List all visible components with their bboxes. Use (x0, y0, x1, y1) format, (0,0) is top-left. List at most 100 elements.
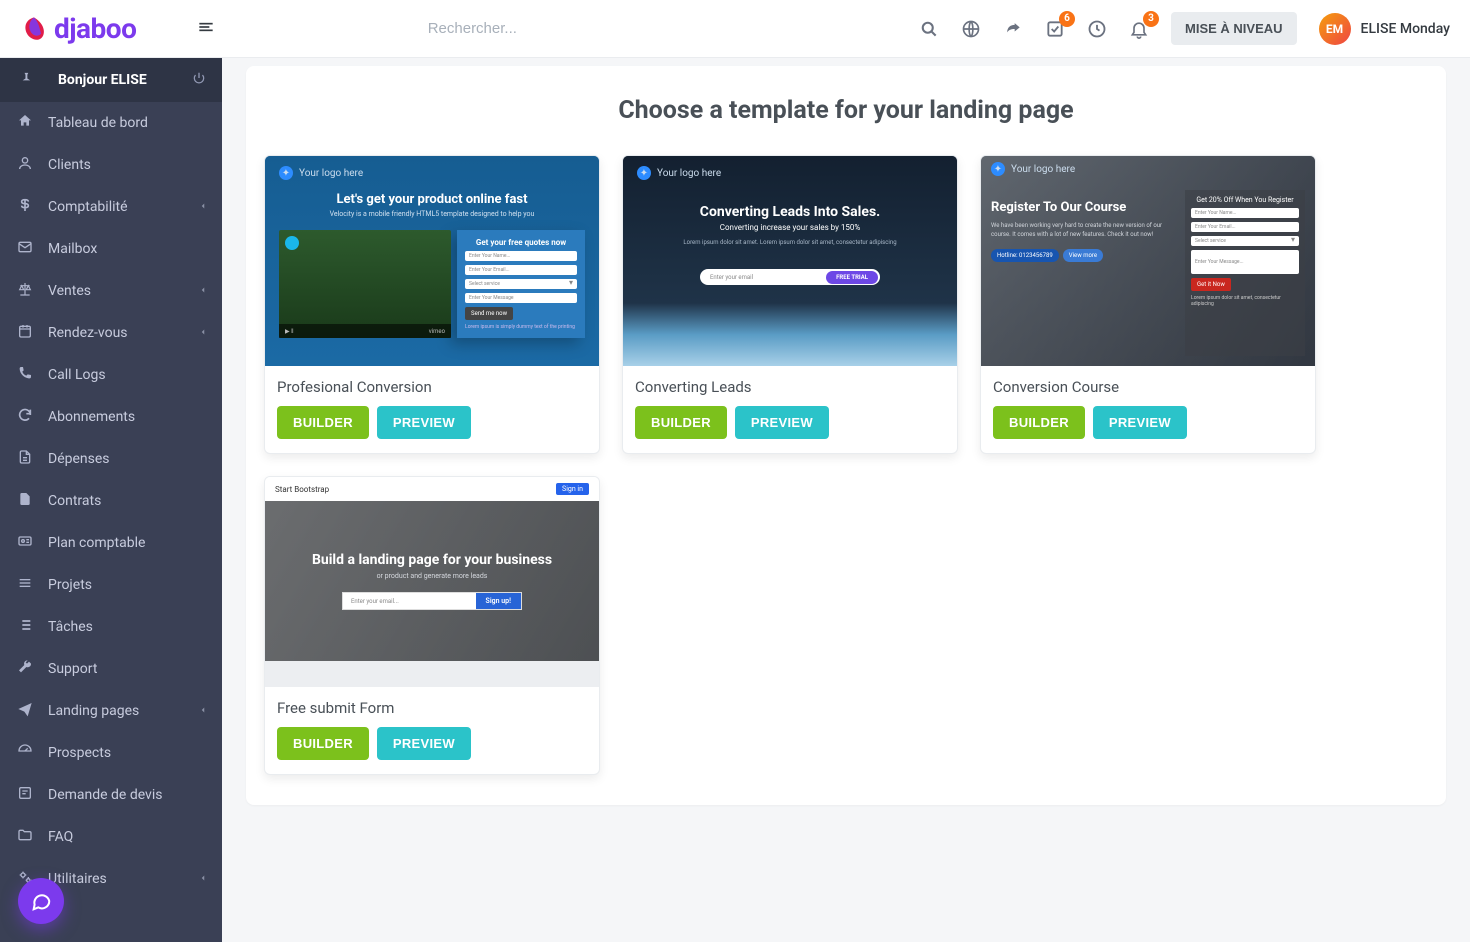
clock-icon[interactable] (1087, 19, 1107, 39)
quote-icon (16, 785, 34, 805)
menu-toggle-icon[interactable] (196, 17, 216, 41)
logo-icon (20, 15, 48, 43)
sidebar-item-prospects[interactable]: Prospects (0, 732, 222, 774)
builder-button[interactable]: BUILDER (993, 406, 1085, 439)
thumb-desc: Lorem ipsum dolor sit amet. Lorem ipsum … (637, 238, 943, 247)
sidebar-item-landing-pages[interactable]: Landing pages (0, 690, 222, 732)
sidebar-item-abonnements[interactable]: Abonnements (0, 396, 222, 438)
thumb-hero: Build a landing page for your business o… (265, 501, 599, 661)
search-container (336, 20, 919, 37)
share-icon[interactable] (1003, 19, 1023, 39)
template-thumbnail: ✦Your logo here Let's get your product o… (265, 156, 599, 366)
sidebar-item-label: Clients (48, 157, 91, 173)
thumb-subline: Velocity is a mobile friendly HTML5 temp… (279, 210, 585, 218)
preview-button[interactable]: PREVIEW (1093, 406, 1187, 439)
template-conversion-course: ✦Your logo here Register To Our Course W… (980, 155, 1316, 454)
brand-text: djaboo (54, 12, 136, 45)
template-free-submit-form: Start Bootstrap Sign in Build a landing … (264, 476, 600, 775)
thumb-subline: Converting increase your sales by 150% (637, 223, 943, 232)
list-icon (16, 617, 34, 637)
chevron-left-icon (198, 199, 208, 215)
builder-button[interactable]: BUILDER (635, 406, 727, 439)
brand-logo[interactable]: djaboo (20, 12, 136, 45)
main-content: Choose a template for your landing page … (222, 0, 1470, 869)
template-thumbnail: Start Bootstrap Sign in Build a landing … (265, 477, 599, 687)
sidebar-item-label: Tâches (48, 619, 93, 635)
sidebar-item-contrats[interactable]: Contrats (0, 480, 222, 522)
sidebar-item-projets[interactable]: Projets (0, 564, 222, 606)
chevron-left-icon (198, 283, 208, 299)
thumb-video: ▶ ‖vimeo (279, 230, 451, 338)
template-converting-leads: ✦Your logo here Converting Leads Into Sa… (622, 155, 958, 454)
chevron-left-icon (198, 325, 208, 341)
thumb-nav: Start Bootstrap Sign in (265, 477, 599, 501)
wrench-icon (16, 659, 34, 679)
search-input[interactable] (428, 20, 828, 37)
thumb-headline: Register To Our Course (991, 200, 1175, 215)
sidebar-item-label: Prospects (48, 745, 111, 761)
bell-icon[interactable]: 3 (1129, 19, 1149, 39)
sidebar-item-label: Contrats (48, 493, 101, 509)
search-icon[interactable] (919, 19, 939, 39)
chevron-left-icon (198, 703, 208, 719)
sidebar-item-label: Call Logs (48, 367, 106, 383)
sidebar-item-support[interactable]: Support (0, 648, 222, 690)
greeting-text: Bonjour ELISE (58, 72, 147, 88)
builder-button[interactable]: BUILDER (277, 727, 369, 760)
sidebar-item-comptabilit-[interactable]: Comptabilité (0, 186, 222, 228)
refresh-icon (16, 407, 34, 427)
sidebar-item-label: Dépenses (48, 451, 110, 467)
thumb-email-pill: Enter your email FREE TRIAL (700, 269, 880, 285)
sidebar-item-clients[interactable]: Clients (0, 144, 222, 186)
template-name: Converting Leads (635, 378, 945, 396)
tasks-icon[interactable]: 6 (1045, 19, 1065, 39)
sidebar-item-plan-comptable[interactable]: Plan comptable (0, 522, 222, 564)
dollar-icon (16, 197, 34, 217)
scales-icon (16, 281, 34, 301)
builder-button[interactable]: BUILDER (277, 406, 369, 439)
sidebar-item-label: FAQ (48, 829, 73, 845)
sidebar-item-call-logs[interactable]: Call Logs (0, 354, 222, 396)
phone-icon (16, 365, 34, 385)
thumb-logo: ✦Your logo here (279, 166, 585, 180)
sidebar-item-tableau-de-bord[interactable]: Tableau de bord (0, 102, 222, 144)
globe-icon[interactable] (961, 19, 981, 39)
thumb-form: Get your free quotes now Enter Your Name… (457, 230, 585, 338)
thumb-subline: We have been working very hard to create… (991, 221, 1175, 239)
user-menu[interactable]: EM ELISE Monday (1319, 13, 1450, 45)
sidebar-item-mailbox[interactable]: Mailbox (0, 228, 222, 270)
sidebar-item-ventes[interactable]: Ventes (0, 270, 222, 312)
sidebar-item-label: Demande de devis (48, 787, 162, 803)
preview-button[interactable]: PREVIEW (377, 406, 471, 439)
power-icon[interactable] (192, 71, 206, 89)
sidebar-item-label: Landing pages (48, 703, 139, 719)
bars-icon (16, 575, 34, 595)
sidebar-greeting: Bonjour ELISE (0, 58, 222, 102)
sidebar-item-t-ches[interactable]: Tâches (0, 606, 222, 648)
id-card-icon (16, 533, 34, 553)
sidebar-item-label: Abonnements (48, 409, 135, 425)
chat-fab[interactable] (18, 878, 64, 924)
thumb-form: Get 20% Off When You Register Enter Your… (1185, 190, 1305, 356)
sidebar-item-label: Comptabilité (48, 199, 128, 215)
folder-icon (16, 827, 34, 847)
sidebar-item-faq[interactable]: FAQ (0, 816, 222, 858)
sidebar-item-d-penses[interactable]: Dépenses (0, 438, 222, 480)
mail-icon (16, 239, 34, 259)
file-icon (16, 491, 34, 511)
home-icon (16, 113, 34, 133)
tasks-badge: 6 (1059, 11, 1075, 27)
sidebar-item-label: Tableau de bord (48, 115, 148, 131)
dashboard-icon (16, 743, 34, 763)
sidebar-item-demande-de-devis[interactable]: Demande de devis (0, 774, 222, 816)
sidebar-item-label: Rendez-vous (48, 325, 128, 341)
sidebar-item-rendez-vous[interactable]: Rendez-vous (0, 312, 222, 354)
sidebar-item-label: Projets (48, 577, 92, 593)
thumb-logo: ✦Your logo here (991, 162, 1075, 176)
user-icon (16, 155, 34, 175)
template-name: Free submit Form (277, 699, 587, 717)
upgrade-button[interactable]: MISE À NIVEAU (1171, 12, 1297, 45)
preview-button[interactable]: PREVIEW (377, 727, 471, 760)
preview-button[interactable]: PREVIEW (735, 406, 829, 439)
sidebar-item-label: Support (48, 661, 97, 677)
